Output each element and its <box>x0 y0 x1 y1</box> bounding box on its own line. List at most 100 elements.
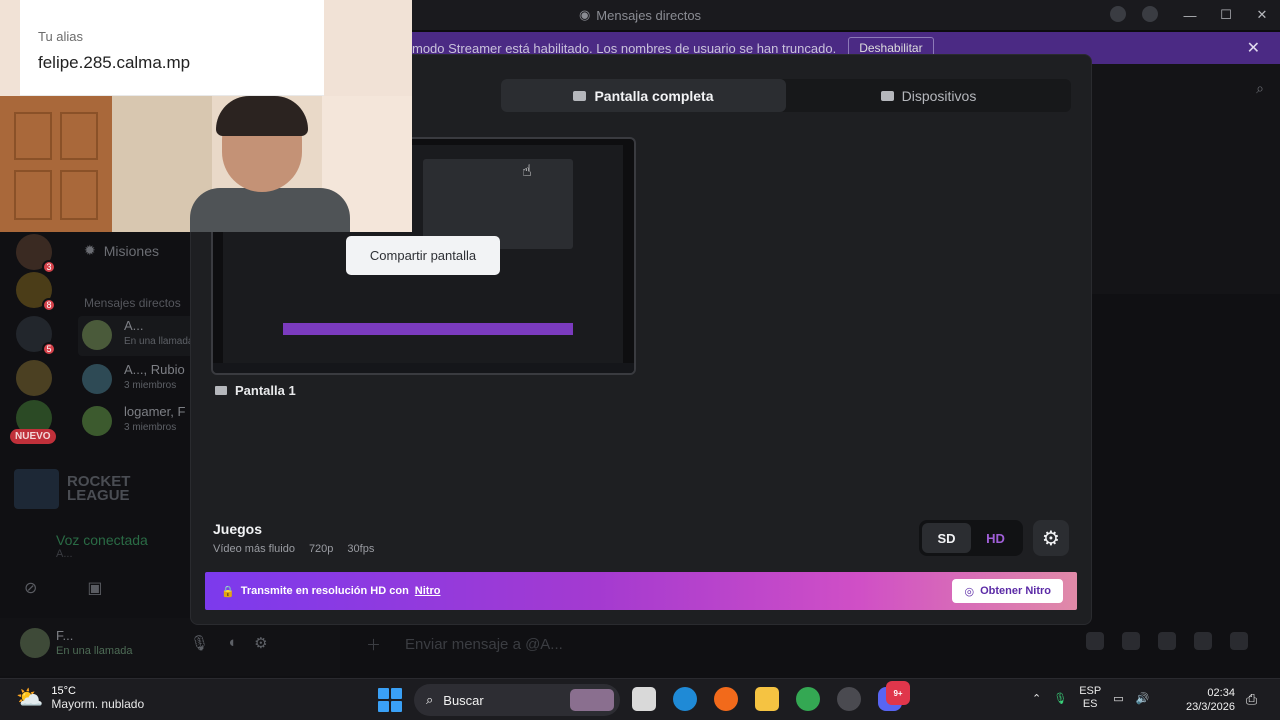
plus-icon[interactable]: ＋ <box>366 634 381 655</box>
search-label: Buscar <box>443 692 484 708</box>
taskbar-search[interactable]: ⌕ Buscar <box>414 684 620 716</box>
microphone-icon[interactable]: 🎙 <box>1053 692 1067 705</box>
minimize-button[interactable]: — <box>1172 0 1208 30</box>
missions-label: Misiones <box>103 242 159 259</box>
alias-label: Tu alias <box>38 29 84 44</box>
get-nitro-button[interactable]: ◎ Obtener Nitro <box>952 579 1063 603</box>
preview-banner <box>283 323 573 335</box>
close-banner-button[interactable]: ✕ <box>1247 38 1260 58</box>
weather-widget[interactable]: ⛅ 15°C Mayorm. nublado <box>16 685 144 711</box>
task-view-icon[interactable] <box>632 687 656 711</box>
message-placeholder: Enviar mensaje a @A... <box>405 635 563 653</box>
server-icon[interactable]: 3 <box>16 234 56 274</box>
nitro-link[interactable]: Nitro <box>415 585 441 597</box>
app-icon[interactable] <box>714 687 738 711</box>
server-list: 3 8 5 NUEVO <box>0 230 70 678</box>
quality-resolution: 720p <box>308 543 334 555</box>
dm-status: 3 miembros <box>124 422 177 433</box>
game-image <box>14 469 60 509</box>
dm-name: logamer, F <box>124 404 186 419</box>
app-icon[interactable] <box>837 687 861 711</box>
search-icon[interactable]: ⌕ <box>1092 72 1280 104</box>
chevron-up-icon[interactable]: ⌃ <box>1032 692 1041 705</box>
quality-desc: Vídeo más fluido <box>213 543 295 555</box>
dm-name: A... <box>124 318 144 333</box>
preview-taskbar <box>213 363 634 373</box>
missions-icon: ✹ <box>84 242 96 258</box>
search-icon: ⌕ <box>426 692 434 707</box>
time: 02:34 <box>1207 687 1235 699</box>
emoji-icon[interactable] <box>1194 632 1212 650</box>
window-title-text: Mensajes directos <box>596 7 702 23</box>
server-icon[interactable]: 5 <box>16 316 56 356</box>
message-composer[interactable]: ＋ Enviar mensaje a @A... <box>356 626 1092 662</box>
headphones-icon[interactable]: ◖ <box>227 634 236 652</box>
dm-name: A..., Rubio <box>124 362 185 377</box>
sticker-icon[interactable] <box>1158 632 1176 650</box>
tab-full-screen[interactable]: Pantalla completa <box>501 79 786 112</box>
alias-value: felipe.285.calma.mp <box>38 53 191 72</box>
lock-icon: 🔒 <box>221 585 235 598</box>
volume-icon[interactable]: 🔊 <box>1136 692 1150 705</box>
camera-off-icon[interactable]: ⊘ <box>24 578 37 598</box>
dm-sidebar: ✹ Misiones Mensajes directos A... En una… <box>70 230 198 678</box>
webcam-person-shirt <box>190 188 350 232</box>
quality-title: Juegos <box>213 521 263 537</box>
screen-share-icon[interactable]: ▣ <box>87 578 102 598</box>
gif-icon[interactable] <box>1122 632 1140 650</box>
server-icon[interactable]: 8 <box>16 272 56 312</box>
voice-controls: ⊘ ▣ <box>24 578 103 598</box>
game-title: ROCKET LEAGUE <box>67 473 131 504</box>
discord-badge: 9+ <box>886 681 910 705</box>
network-icon[interactable]: ▭ <box>1113 692 1123 705</box>
gear-icon: ⚙ <box>1042 527 1060 550</box>
webcam-overlay: Tu alias felipe.285.calma.mp <box>0 0 412 232</box>
dm-item[interactable]: A... En una llamada <box>78 316 198 356</box>
alias-card: Tu alias felipe.285.calma.mp <box>20 0 324 96</box>
discord-icon: ◉ <box>578 7 591 22</box>
inbox-icon[interactable] <box>1110 6 1126 22</box>
dm-item[interactable]: A..., Rubio 3 miembros <box>78 360 198 400</box>
gift-icon[interactable] <box>1086 632 1104 650</box>
microphone-icon[interactable]: 🎙 <box>190 634 209 652</box>
sd-option[interactable]: SD <box>922 523 971 553</box>
file-explorer-icon[interactable] <box>755 687 779 711</box>
edge-icon[interactable] <box>673 687 697 711</box>
monitor-icon <box>573 90 587 101</box>
server-badge: 5 <box>42 342 56 356</box>
get-nitro-label: Obtener Nitro <box>980 585 1051 597</box>
user-avatar[interactable] <box>20 628 50 658</box>
maximize-button[interactable]: ☐ <box>1208 0 1244 30</box>
tab-label: Pantalla completa <box>594 87 714 104</box>
language-indicator[interactable]: ESP ES <box>1079 685 1101 711</box>
camera-icon <box>880 90 894 101</box>
voice-connection: Voz conectada A... <box>24 532 189 560</box>
nitro-text: Transmite en resolución HD con <box>240 585 409 597</box>
dm-item[interactable]: logamer, F 3 miembros <box>78 402 198 442</box>
notifications-icon[interactable]: ⎙ <box>1246 691 1257 708</box>
missions-item[interactable]: ✹ Misiones <box>84 242 159 259</box>
server-icon[interactable] <box>16 360 52 396</box>
avatar <box>82 320 112 350</box>
chrome-icon[interactable] <box>796 687 820 711</box>
stream-settings-button[interactable]: ⚙ <box>1033 520 1069 556</box>
temperature: 15°C <box>51 685 76 697</box>
close-window-button[interactable]: ✕ <box>1244 0 1280 30</box>
weather-desc: Mayorm. nublado <box>51 697 145 711</box>
start-button[interactable] <box>378 688 402 712</box>
monitor-icon <box>215 386 227 395</box>
activity-card[interactable]: ROCKET LEAGUE <box>14 466 189 512</box>
avatar <box>82 406 112 436</box>
settings-icon[interactable]: ⚙ <box>254 634 267 652</box>
system-tray: ⌃ 🎙 ESP ES ▭ 🔊 <box>1032 685 1149 711</box>
user-name: F... <box>56 628 74 643</box>
dm-status: 3 miembros <box>124 380 177 391</box>
clock[interactable]: 02:34 23/3/2026 <box>1186 686 1235 714</box>
help-icon[interactable] <box>1142 6 1158 22</box>
hd-option[interactable]: HD <box>971 523 1020 553</box>
discord-icon[interactable]: 9+ <box>878 681 910 711</box>
tab-devices[interactable]: Dispositivos <box>786 79 1071 112</box>
quality-fps: 30fps <box>347 543 375 555</box>
quality-info: Juegos Vídeo más fluido 720p 30fps <box>213 521 374 555</box>
apps-icon[interactable] <box>1230 632 1248 650</box>
